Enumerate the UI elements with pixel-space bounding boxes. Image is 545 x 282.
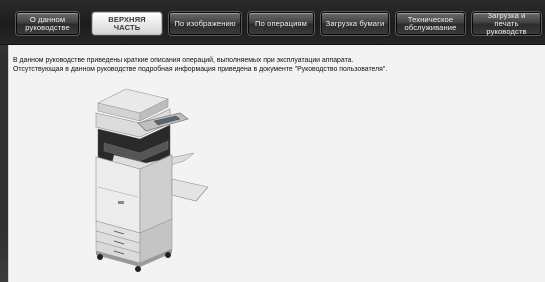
content-panel: В данном руководстве приведены краткие о…: [8, 45, 545, 282]
tab-load-paper[interactable]: Загрузка бумаги: [321, 12, 389, 35]
intro-line-2: Отсутствующая в данном руководстве подро…: [13, 66, 388, 73]
tab-by-image[interactable]: По изображению: [169, 12, 241, 35]
intro-line-1: В данном руководстве приведены краткие о…: [13, 57, 354, 64]
top-navigation-bar: О данном руководстве ВЕРХНЯЯ ЧАСТЬ По из…: [0, 0, 545, 45]
intro-text: В данном руководстве приведены краткие о…: [13, 56, 538, 74]
tab-top-section[interactable]: ВЕРХНЯЯ ЧАСТЬ: [92, 12, 162, 35]
tab-maintenance[interactable]: Техническое обслуживание: [396, 12, 465, 35]
app-frame: О данном руководстве ВЕРХНЯЯ ЧАСТЬ По из…: [0, 0, 545, 282]
copier-illustration: [95, 88, 209, 272]
tab-by-operation[interactable]: По операциям: [248, 12, 314, 35]
tab-load-print-manuals[interactable]: Загрузка и печать руководств: [472, 11, 541, 35]
tab-about-manual[interactable]: О данном руководстве: [16, 12, 79, 35]
